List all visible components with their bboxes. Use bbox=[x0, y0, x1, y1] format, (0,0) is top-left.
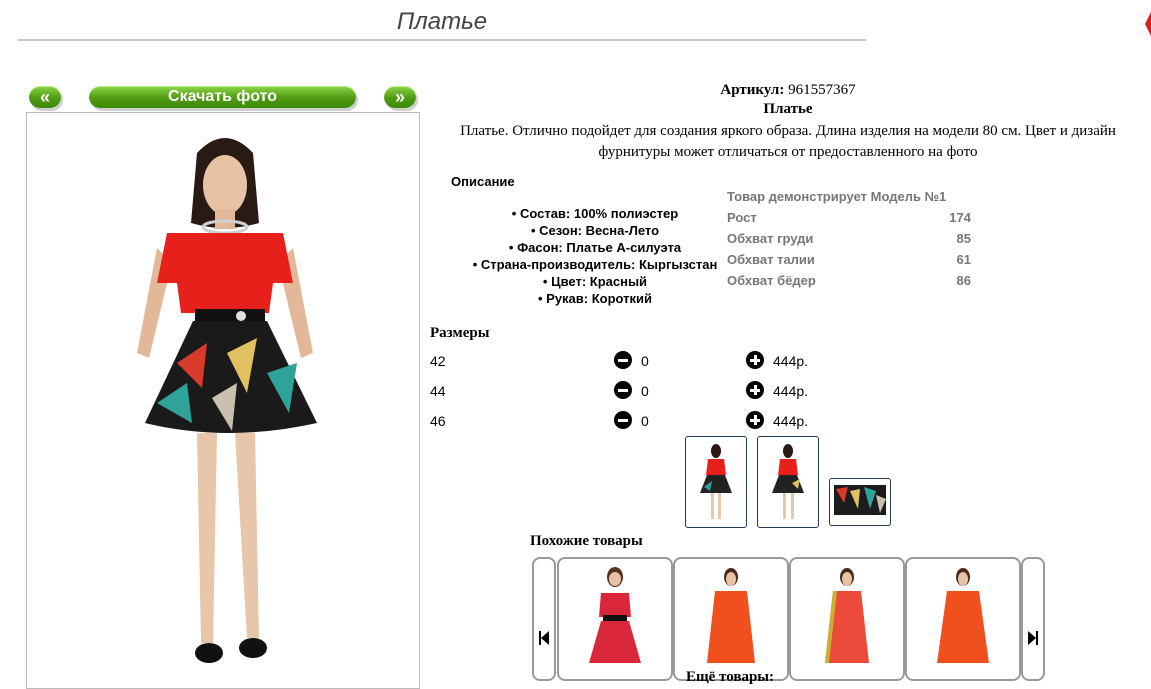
similar-product-card[interactable] bbox=[789, 557, 905, 681]
carousel-next-button[interactable] bbox=[1021, 557, 1045, 681]
main-product-photo[interactable] bbox=[26, 112, 420, 689]
spec-item: • Цвет: Красный bbox=[542, 274, 648, 289]
more-products-heading: Ещё товары: bbox=[685, 669, 775, 685]
similar-product-card[interactable] bbox=[557, 557, 673, 681]
description-heading: Описание bbox=[451, 174, 515, 189]
skip-next-icon bbox=[1028, 631, 1038, 645]
size-value: 44 bbox=[430, 383, 446, 399]
quantity-value: 0 bbox=[641, 353, 649, 369]
product-image bbox=[937, 568, 989, 663]
spec-list: • Состав: 100% полиэстер • Сезон: Весна-… bbox=[440, 205, 750, 307]
article-label: Артикул: bbox=[720, 82, 785, 98]
similar-products-heading: Похожие товары bbox=[530, 533, 643, 549]
next-photo-button[interactable]: » bbox=[384, 86, 416, 108]
plus-circle-icon[interactable] bbox=[746, 411, 764, 429]
article-line: Артикул: 961557367 bbox=[430, 82, 1146, 99]
similar-product-card[interactable] bbox=[905, 557, 1021, 681]
spec-item: • Сезон: Весна-Лето bbox=[530, 223, 660, 238]
photo-thumbnail[interactable] bbox=[829, 478, 891, 526]
download-photo-button[interactable]: Скачать фото bbox=[89, 86, 356, 108]
model-row: Обхват бёдер 86 bbox=[727, 273, 971, 288]
minus-circle-icon[interactable] bbox=[614, 381, 632, 399]
quantity-value: 0 bbox=[641, 383, 649, 399]
plus-circle-icon[interactable] bbox=[746, 381, 764, 399]
product-image bbox=[589, 567, 641, 663]
model-row: Рост 174 bbox=[727, 210, 971, 225]
spec-item: • Состав: 100% полиэстер bbox=[511, 206, 679, 221]
spec-item: • Страна-производитель: Кыргызстан bbox=[472, 257, 718, 272]
minus-circle-icon[interactable] bbox=[614, 411, 632, 429]
thumbnail-image bbox=[700, 444, 732, 519]
skip-previous-icon bbox=[539, 631, 549, 645]
carousel-prev-button[interactable] bbox=[532, 557, 556, 681]
size-row: 44 0 444р. bbox=[430, 381, 830, 403]
prev-photo-button[interactable]: « bbox=[29, 86, 61, 108]
page-title: Платье bbox=[396, 8, 488, 35]
model-row: Обхват груди 85 bbox=[727, 231, 971, 246]
thumbnail-image bbox=[834, 485, 886, 515]
model-title: Товар демонстрирует Модель №1 bbox=[727, 189, 947, 204]
product-description: Платье. Отлично подойдет для создания яр… bbox=[460, 123, 1116, 160]
size-row: 42 0 444р. bbox=[430, 351, 830, 373]
price-value: 444р. bbox=[773, 413, 809, 429]
photo-thumbnail[interactable] bbox=[685, 436, 747, 528]
product-name: Платье bbox=[763, 101, 813, 117]
minus-circle-icon[interactable] bbox=[614, 351, 632, 369]
thumbnail-image bbox=[772, 444, 804, 519]
similar-product-card[interactable] bbox=[673, 557, 789, 681]
quantity-value: 0 bbox=[641, 413, 649, 429]
size-row: 46 0 444р. bbox=[430, 411, 830, 433]
title-divider bbox=[18, 39, 866, 41]
price-value: 444р. bbox=[773, 383, 809, 399]
spec-item: • Рукав: Короткий bbox=[537, 291, 653, 306]
photo-thumbnail[interactable] bbox=[757, 436, 819, 528]
product-image bbox=[825, 568, 869, 663]
sizes-heading: Размеры bbox=[430, 325, 490, 341]
size-value: 42 bbox=[430, 353, 446, 369]
plus-circle-icon[interactable] bbox=[746, 351, 764, 369]
spec-item: • Фасон: Платье А-силуэта bbox=[508, 240, 682, 255]
close-icon[interactable] bbox=[1141, 10, 1151, 38]
size-value: 46 bbox=[430, 413, 446, 429]
model-row: Обхват талии 61 bbox=[727, 252, 971, 267]
article-value: 961557367 bbox=[788, 82, 856, 98]
model-photo-illustration bbox=[27, 113, 419, 688]
price-value: 444р. bbox=[773, 353, 809, 369]
product-image bbox=[707, 568, 755, 663]
model-measurements: Товар демонстрирует Модель №1 Рост 174 Об… bbox=[727, 189, 971, 294]
